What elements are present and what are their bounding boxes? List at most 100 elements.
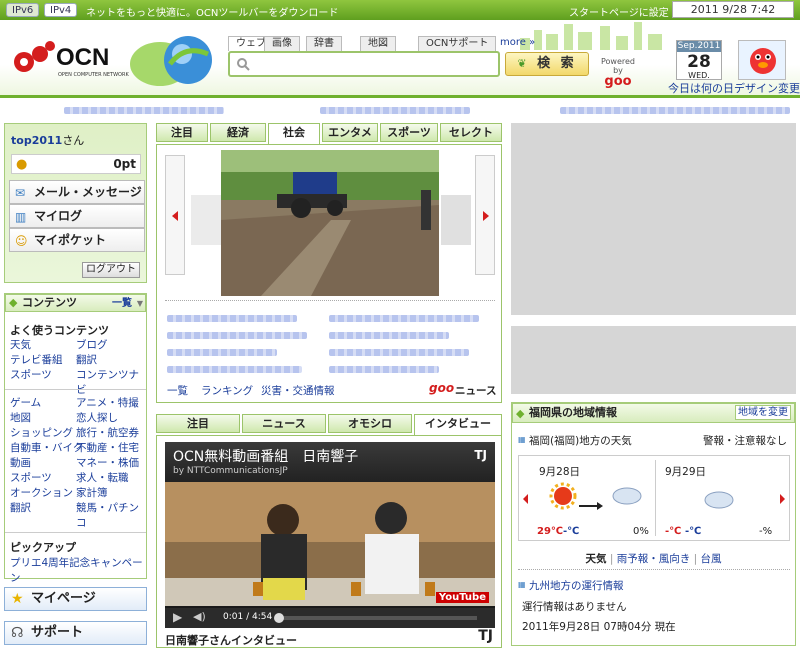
news-tab-featured[interactable]: 注目 (156, 123, 208, 142)
ad-link-2[interactable] (320, 107, 470, 114)
video-scrubber[interactable] (274, 613, 284, 623)
news-thumb-next[interactable] (441, 195, 471, 245)
video-tab-funny[interactable]: オモシロ (328, 414, 412, 433)
support-button[interactable]: ☊ サポート (4, 621, 147, 645)
content-link[interactable]: テレビ番組 (10, 353, 63, 368)
pickup-link[interactable]: プリエ4周年記念キャンペーン (10, 556, 146, 586)
ad-banner-2[interactable] (511, 326, 796, 394)
news-next-button[interactable] (475, 155, 495, 275)
news-tab-entertainment[interactable]: エンタメ (322, 123, 378, 142)
content-link[interactable]: オークション (10, 486, 73, 501)
ad-link-3[interactable] (560, 107, 790, 114)
leaf-bullet-icon: ◆ (516, 407, 525, 420)
contents-list-link[interactable]: 一覧 (112, 296, 132, 312)
train-info-title[interactable]: 九州地方の運行情報 (529, 578, 624, 593)
powered-by-goo[interactable]: Powered by goo (598, 57, 638, 88)
points-box[interactable]: ● 0pt (11, 154, 141, 174)
content-link[interactable]: ショッピング (10, 426, 73, 441)
logout-button[interactable]: ログアウト (82, 262, 140, 278)
chevron-down-icon[interactable]: ▼ (137, 296, 143, 312)
content-link[interactable]: 恋人探し (76, 411, 118, 426)
headline-7[interactable] (167, 366, 302, 373)
content-link[interactable]: 競馬・パチンコ (76, 501, 144, 531)
search-input[interactable] (228, 51, 500, 77)
content-link[interactable]: 求人・転職 (76, 471, 129, 486)
news-photo-tractor[interactable] (221, 150, 439, 296)
right-arrow-icon[interactable] (780, 494, 785, 504)
ipv6-badge[interactable]: IPv6 (6, 3, 40, 17)
ad-link-1[interactable] (64, 107, 224, 114)
content-link[interactable]: マネー・株価 (76, 456, 139, 471)
content-link[interactable]: 動画 (10, 456, 31, 471)
ocn-logo[interactable]: OCN OPEN COMPUTER NETWORK (12, 40, 129, 82)
news-list-link[interactable]: 一覧 (167, 383, 188, 398)
news-ranking-link[interactable]: ランキング (201, 383, 253, 398)
video-caption[interactable]: 日南響子さんインタビュー (165, 632, 297, 648)
left-arrow-icon[interactable] (523, 494, 528, 504)
news-tab-society[interactable]: 社会 (268, 123, 320, 144)
content-link[interactable]: 天気 (10, 338, 31, 353)
day1-low: -℃ (563, 526, 580, 537)
content-link[interactable]: 翻訳 (10, 501, 31, 516)
content-link[interactable]: 翻訳 (76, 353, 97, 368)
design-change-link[interactable]: デザイン変更 (734, 80, 800, 96)
weather-link-typhoon[interactable]: 台風 (700, 553, 721, 565)
today-history-link[interactable]: 今日は何の日 (668, 80, 734, 96)
set-startpage-link[interactable]: スタートページに設定 (569, 4, 669, 19)
search-tab-map[interactable]: 地図 (360, 36, 396, 51)
news-tab-select[interactable]: セレクト (440, 123, 502, 142)
news-disaster-link[interactable]: 災害・交通情報 (261, 383, 335, 398)
video-tab-featured[interactable]: 注目 (156, 414, 240, 433)
menu-mypocket[interactable]: ☺ マイポケット (9, 228, 145, 252)
volume-icon[interactable]: ◀) (193, 610, 206, 623)
video-player[interactable]: OCN無料動画番組 日南響子 by NTTCommunicationsJP TJ… (165, 442, 495, 628)
video-tab-interview[interactable]: インタビュー (414, 414, 502, 435)
youtube-logo[interactable]: YouTube (435, 592, 489, 603)
user-name[interactable]: top2011 (11, 134, 62, 147)
headline-2[interactable] (329, 315, 479, 322)
region-panel: ◆ 福岡県の地域情報 地域を変更 ▦ 福岡(福岡)地方の天気 警報・注意報なし … (511, 402, 796, 646)
content-link[interactable]: アニメ・特撮 (76, 396, 139, 411)
content-link[interactable]: 自動車・バイク (10, 441, 83, 456)
content-link[interactable]: ブログ (76, 338, 108, 353)
calendar-widget[interactable]: Sep.2011 28 WED. (676, 40, 722, 80)
news-tab-economy[interactable]: 経済 (210, 123, 266, 142)
weather-link-weather[interactable]: 天気 (586, 553, 607, 565)
headline-4[interactable] (329, 332, 449, 339)
headline-5[interactable] (167, 349, 277, 356)
ipv4-badge[interactable]: IPv4 (44, 3, 78, 17)
ad-banner-1[interactable] (511, 123, 796, 315)
content-link[interactable]: 家計簿 (76, 486, 108, 501)
change-region-button[interactable]: 地域を変更 (735, 405, 791, 420)
video-progress-bar[interactable] (274, 613, 477, 623)
toolbar-download-link[interactable]: ネットをもっと快適に。OCNツールバーをダウンロード (86, 4, 338, 19)
mascot-image[interactable] (738, 40, 786, 80)
cloud-icon (704, 491, 734, 509)
search-more-link[interactable]: more » (500, 37, 535, 48)
content-link[interactable]: コンテンツナビ (76, 368, 144, 398)
headline-6[interactable] (329, 349, 469, 356)
weather-link-rain[interactable]: 雨予報・風向き (617, 553, 691, 565)
search-tab-dictionary[interactable]: 辞書 (306, 36, 342, 51)
search-tab-images[interactable]: 画像 (264, 36, 300, 51)
news-prev-button[interactable] (165, 155, 185, 275)
content-link[interactable]: 不動産・住宅 (76, 441, 139, 456)
menu-mail[interactable]: ✉ メール・メッセージ (9, 180, 145, 204)
menu-mylog[interactable]: ▥ マイログ (9, 204, 145, 228)
search-tab-ocn-support[interactable]: OCNサポート (418, 36, 497, 51)
mypage-label: マイページ (31, 591, 96, 606)
video-tab-news[interactable]: ニュース (242, 414, 326, 433)
news-tab-sports[interactable]: スポーツ (380, 123, 438, 142)
content-link[interactable]: スポーツ (10, 368, 52, 383)
play-icon[interactable]: ▶ (173, 610, 182, 624)
mypage-button[interactable]: ★ マイページ (4, 587, 147, 611)
headline-1[interactable] (167, 315, 297, 322)
news-thumb-prev[interactable] (191, 195, 221, 245)
content-link[interactable]: スポーツ (10, 471, 52, 486)
content-link[interactable]: 地図 (10, 411, 31, 426)
search-button[interactable]: ❦ 検 索 (505, 52, 589, 76)
content-link[interactable]: ゲーム (10, 396, 41, 411)
headline-8[interactable] (329, 366, 439, 373)
content-link[interactable]: 旅行・航空券 (76, 426, 139, 441)
headline-3[interactable] (167, 332, 307, 339)
